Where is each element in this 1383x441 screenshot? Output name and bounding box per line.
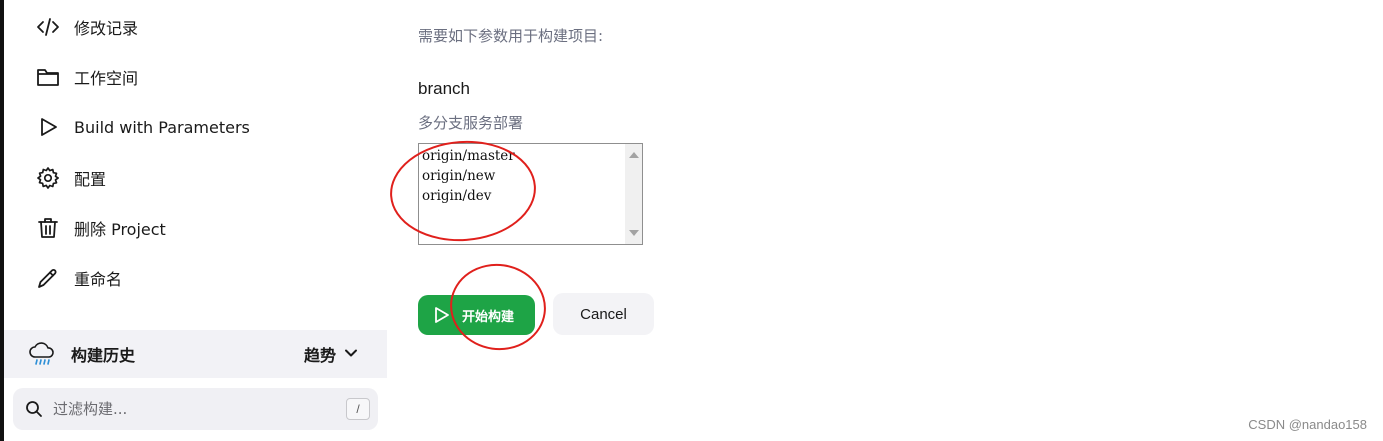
branch-option[interactable]: origin/new — [421, 166, 621, 186]
build-filter[interactable]: / — [13, 388, 378, 430]
cancel-button[interactable]: Cancel — [553, 293, 654, 335]
sidebar: 修改记录 工作空间 Build with Parameters 配置 删除 Pr… — [4, 0, 387, 441]
trend-dropdown[interactable]: 趋势 — [304, 342, 358, 366]
folder-icon — [36, 65, 60, 89]
start-build-button[interactable]: 开始构建 — [418, 295, 535, 335]
cloud-rain-icon — [28, 340, 56, 368]
build-filter-input[interactable] — [53, 396, 333, 422]
shortcut-hint: / — [346, 398, 370, 420]
main-content: 需要如下参数用于构建项目: branch 多分支服务部署 origin/mast… — [387, 0, 1383, 441]
sidebar-item-build-with-parameters[interactable]: Build with Parameters — [4, 102, 387, 152]
pencil-icon — [36, 266, 60, 290]
sidebar-item-delete-project[interactable]: 删除 Project — [4, 203, 387, 253]
code-icon — [36, 15, 60, 39]
branch-select[interactable]: origin/master origin/new origin/dev — [418, 143, 643, 245]
branch-option[interactable]: origin/dev — [421, 186, 621, 206]
play-icon — [36, 115, 60, 139]
sidebar-item-label: 修改记录 — [74, 19, 139, 38]
parameter-name: branch — [418, 79, 470, 98]
scroll-up-icon[interactable] — [629, 152, 639, 158]
parameter-description: 多分支服务部署 — [418, 114, 524, 132]
build-description: 需要如下参数用于构建项目: — [418, 27, 604, 45]
sidebar-item-rename[interactable]: 重命名 — [4, 253, 387, 303]
branch-option[interactable]: origin/master — [421, 146, 621, 166]
branch-options: origin/master origin/new origin/dev — [421, 146, 621, 206]
listbox-scrollbar[interactable] — [625, 144, 642, 244]
trend-label: 趋势 — [304, 346, 337, 365]
trash-icon — [36, 216, 60, 240]
chevron-down-icon — [344, 345, 358, 364]
sidebar-item-label: 配置 — [74, 170, 107, 189]
gear-icon — [36, 166, 60, 190]
sidebar-item-changes[interactable]: 修改记录 — [4, 2, 387, 52]
scroll-down-icon[interactable] — [629, 230, 639, 236]
build-history-title: 构建历史 — [71, 346, 136, 365]
sidebar-item-label: 删除 Project — [74, 220, 166, 239]
search-icon — [25, 400, 43, 418]
sidebar-item-label: Build with Parameters — [74, 117, 250, 137]
sidebar-item-label: 重命名 — [74, 270, 123, 289]
sidebar-item-workspace[interactable]: 工作空间 — [4, 52, 387, 102]
watermark: CSDN @nandao158 — [1248, 417, 1367, 432]
play-icon — [434, 306, 450, 329]
sidebar-item-configure[interactable]: 配置 — [4, 153, 387, 203]
sidebar-item-label: 工作空间 — [74, 69, 139, 88]
build-history-header: 构建历史 趋势 — [4, 330, 387, 378]
start-build-label: 开始构建 — [462, 309, 515, 325]
